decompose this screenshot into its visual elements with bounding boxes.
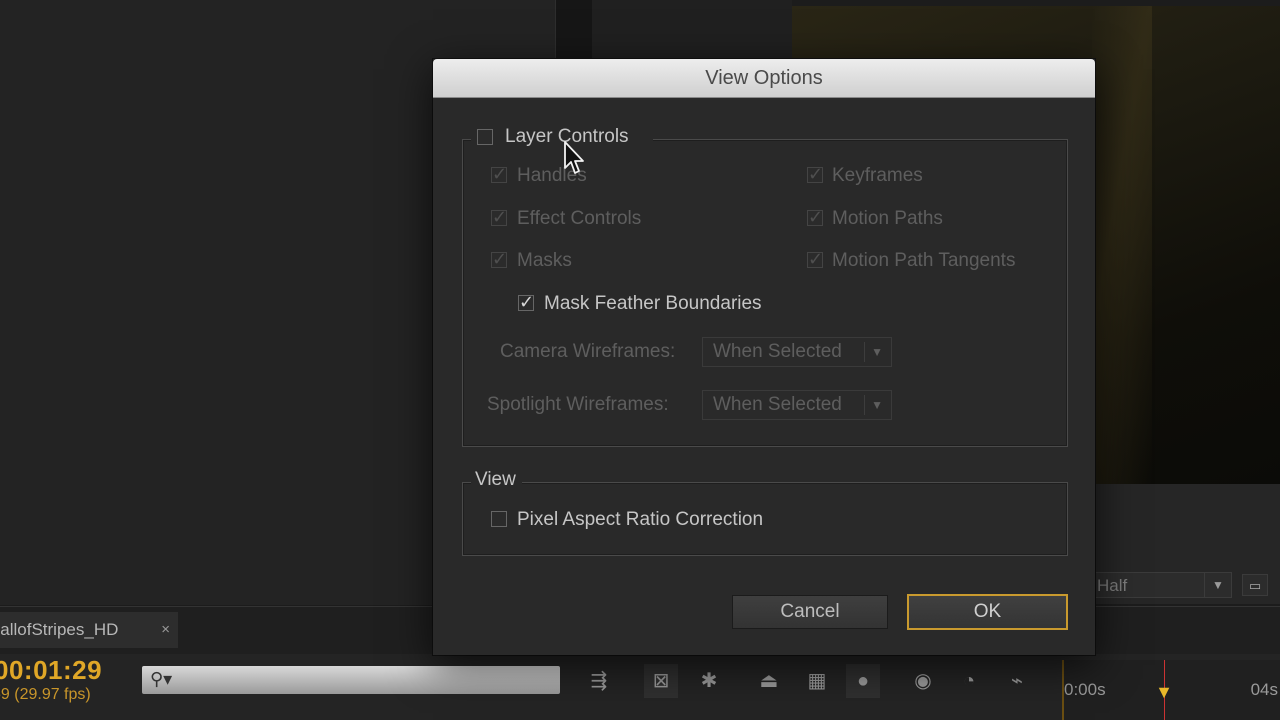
live-update-icon[interactable]: ◔ <box>952 664 986 698</box>
shy-layers-icon[interactable]: ✱ <box>692 664 726 698</box>
motion-paths-label: Motion Paths <box>832 208 943 229</box>
resolution-select-value: Half <box>1097 576 1128 595</box>
view-options-dialog: View Options Layer Controls ✓ Handles ✓ … <box>433 59 1095 655</box>
view-legend: View <box>471 467 522 495</box>
check-icon: ✓ <box>808 249 824 269</box>
chevron-down-icon: ▼ <box>871 345 883 359</box>
ok-button[interactable]: OK <box>907 594 1068 630</box>
mouse-cursor-icon <box>564 141 584 174</box>
ruler-tick-end: 04s <box>1250 680 1278 699</box>
timeline-switches: ⇶ ⊠ ✱ ⏏ ▦ ● ◉ ◔ ⌁ <box>580 664 1050 700</box>
close-icon[interactable]: × <box>161 612 170 648</box>
brainstorm-icon[interactable]: ● <box>846 664 880 698</box>
playhead-icon[interactable]: ▼ <box>1154 682 1174 706</box>
pixel-aspect-ratio-correction-label: Pixel Aspect Ratio Correction <box>517 509 764 530</box>
select-separator <box>864 342 865 362</box>
frame-blending-icon[interactable]: ⏏ <box>752 664 786 698</box>
keyframes-checkbox[interactable]: ✓ <box>807 164 823 184</box>
check-icon: ✓ <box>808 207 824 227</box>
camera-wireframes-value: When Selected <box>713 341 842 362</box>
check-icon: ✓ <box>492 249 508 269</box>
dialog-titlebar[interactable]: View Options <box>433 59 1095 98</box>
view-group-label: View <box>475 469 516 490</box>
handles-checkbox[interactable]: ✓ <box>491 164 507 184</box>
motion-path-tangents-checkbox[interactable]: ✓ <box>807 249 823 269</box>
effect-controls-label: Effect Controls <box>517 208 642 229</box>
composition-flowchart-icon[interactable]: ⇶ <box>582 664 616 698</box>
select-separator <box>864 395 865 415</box>
check-icon: ✓ <box>808 164 824 184</box>
chevron-down-icon: ▼ <box>1204 573 1231 597</box>
check-icon: ✓ <box>492 207 508 227</box>
cancel-button[interactable]: Cancel <box>732 595 888 629</box>
search-icon: ⚲▾ <box>150 669 173 689</box>
ruler-tick-start: 0:00s <box>1064 680 1106 699</box>
dialog-title: View Options <box>705 67 823 89</box>
pixel-aspect-ratio-correction-checkbox[interactable] <box>491 511 507 527</box>
chevron-down-icon: ▼ <box>871 398 883 412</box>
motion-path-tangents-label: Motion Path Tangents <box>832 250 1016 271</box>
mask-feather-boundaries-checkbox[interactable]: ✓ <box>518 292 534 312</box>
timeline-graph-icon[interactable]: ⌁ <box>1000 664 1034 698</box>
current-time-display[interactable]: 00:01:29 <box>0 655 102 686</box>
motion-paths-checkbox[interactable]: ✓ <box>807 207 823 227</box>
keyframes-label: Keyframes <box>832 165 923 186</box>
time-ruler[interactable]: 0:00s ▼ 04s <box>1062 660 1280 720</box>
frame-rate-label: 59 (29.97 fps) <box>0 686 91 703</box>
masks-checkbox[interactable]: ✓ <box>491 249 507 269</box>
check-icon: ✓ <box>492 164 508 184</box>
spotlight-wireframes-label: Spotlight Wireframes: <box>487 394 669 415</box>
spotlight-wireframes-select[interactable]: When Selected ▼ <box>702 390 892 420</box>
graph-editor-icon[interactable]: ◉ <box>906 664 940 698</box>
motion-blur-icon[interactable]: ▦ <box>800 664 834 698</box>
resolution-select[interactable]: Half ▼ <box>1092 572 1232 598</box>
masks-label: Masks <box>517 250 572 271</box>
view-options-icon[interactable]: ▭ <box>1242 574 1268 596</box>
spotlight-wireframes-value: When Selected <box>713 394 842 415</box>
camera-wireframes-select[interactable]: When Selected ▼ <box>702 337 892 367</box>
tab-timeline-composition[interactable]: HallofStripes_HD × <box>0 612 178 648</box>
tab-timeline-label: HallofStripes_HD <box>0 620 119 639</box>
layer-controls-checkbox[interactable] <box>477 129 493 145</box>
camera-wireframes-label: Camera Wireframes: <box>500 341 676 362</box>
draft-3d-icon[interactable]: ⊠ <box>644 664 678 698</box>
check-icon: ✓ <box>519 292 535 312</box>
effect-controls-checkbox[interactable]: ✓ <box>491 207 507 227</box>
mask-feather-boundaries-label: Mask Feather Boundaries <box>544 293 762 314</box>
timeline-search-input[interactable]: ⚲▾ <box>142 666 560 694</box>
viewer-light-streak <box>1092 6 1152 484</box>
layer-controls-legend: Layer Controls <box>471 123 653 153</box>
